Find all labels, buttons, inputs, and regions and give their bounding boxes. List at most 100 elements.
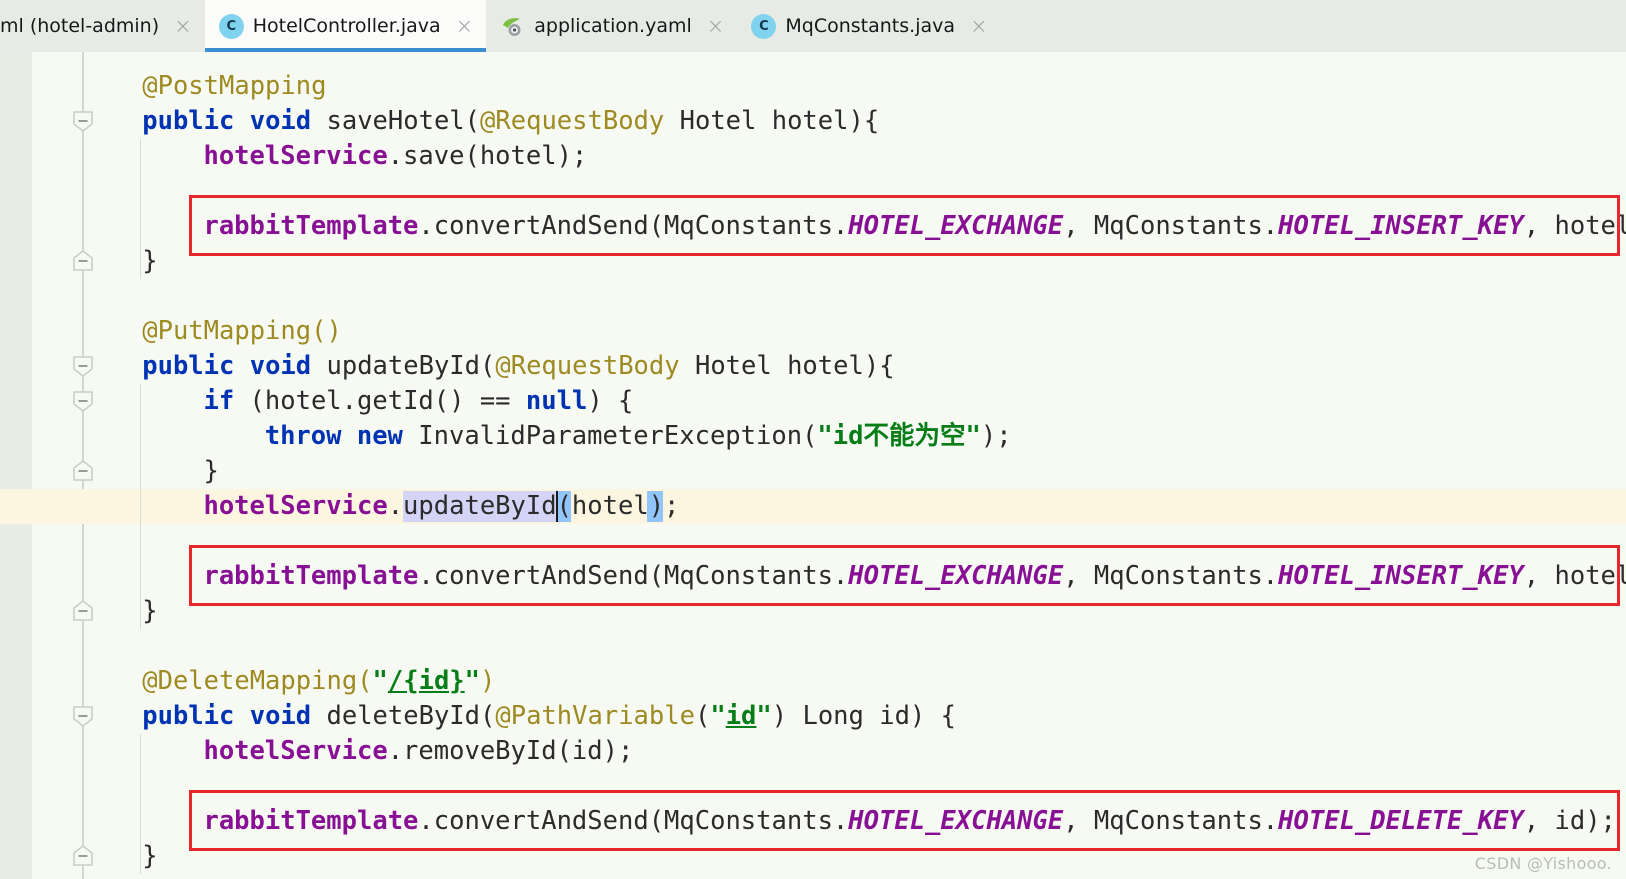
code-token: ) Long id) {: [771, 701, 956, 731]
code-token: @RequestBody: [480, 106, 665, 136]
code-editor[interactable]: @PostMapping public void saveHotel(@Reque…: [0, 52, 1626, 879]
code-token: HOTEL_EXCHANGE: [848, 561, 1064, 591]
code-token: .save(hotel);: [387, 141, 588, 171]
editor-tab-label: MqConstants.java: [785, 14, 956, 37]
code-line[interactable]: public void deleteById(@PathVariable("id…: [142, 699, 956, 734]
code-token: HOTEL_EXCHANGE: [848, 211, 1064, 241]
code-token: ): [480, 666, 496, 696]
code-token: void: [249, 351, 312, 381]
fold-toggle-down[interactable]: [71, 389, 95, 413]
close-icon[interactable]: ×: [174, 15, 192, 37]
code-token: );: [980, 421, 1012, 451]
code-line[interactable]: @PutMapping(): [142, 314, 342, 349]
indent-guide: [140, 384, 142, 629]
close-icon[interactable]: ×: [707, 15, 725, 37]
code-token: /{id}: [387, 666, 465, 696]
code-token: @PathVariable: [495, 701, 695, 731]
code-token: Hotel hotel){: [664, 106, 880, 136]
code-token: (: [694, 701, 711, 731]
code-token: @PutMapping(): [142, 316, 342, 346]
code-token: .convertAndSend(MqConstants.: [418, 211, 849, 241]
code-line[interactable]: if (hotel.getId() == null) {: [203, 384, 633, 419]
indent-guide: [140, 734, 142, 874]
code-token: public: [142, 106, 235, 136]
close-icon[interactable]: ×: [970, 15, 988, 37]
code-token: hotelService: [203, 141, 388, 171]
editor-tab-bar: ml (hotel-admin) × C HotelController.java × a…: [0, 0, 1626, 52]
code-token: HOTEL_INSERT_KEY: [1278, 561, 1524, 591]
code-token: throw: [264, 421, 342, 451]
code-token: }: [142, 841, 158, 871]
code-token: ": [756, 701, 772, 731]
code-token: , id);: [1523, 806, 1616, 836]
code-token: @RequestBody: [495, 351, 680, 381]
code-token: }: [142, 596, 158, 626]
code-token: ": [710, 701, 726, 731]
code-token: "id不能为空": [817, 421, 981, 451]
fold-toggle-down[interactable]: [71, 354, 95, 378]
code-token: , hotel.getId());: [1523, 561, 1626, 591]
code-token: saveHotel(: [311, 106, 481, 136]
code-line[interactable]: }: [142, 594, 157, 629]
code-token: @PostMapping: [142, 71, 327, 101]
editor-tab-label: application.yaml: [534, 14, 692, 37]
code-token: .convertAndSend(MqConstants.: [418, 806, 849, 836]
code-line[interactable]: rabbitTemplate.convertAndSend(MqConstant…: [203, 209, 1626, 244]
code-token: public: [142, 701, 235, 731]
code-token: , MqConstants.: [1063, 806, 1279, 836]
java-class-icon: C: [751, 13, 777, 39]
code-token: id: [725, 701, 757, 731]
csdn-watermark: CSDN @Yishooo.: [1474, 854, 1612, 873]
code-token: .updateById(hotel);: [387, 491, 680, 521]
code-line[interactable]: public void updateById(@RequestBody Hote…: [142, 349, 894, 384]
fold-toggle-down[interactable]: [71, 109, 95, 133]
editor-tab-2[interactable]: application.yaml ×: [486, 0, 737, 52]
editor-tab-3[interactable]: C MqConstants.java ×: [737, 0, 1000, 52]
code-line[interactable]: }: [142, 839, 157, 874]
code-token: void: [249, 106, 312, 136]
code-token: updateById(: [311, 351, 496, 381]
code-token: hotelService: [203, 736, 388, 766]
code-token: HOTEL_DELETE_KEY: [1278, 806, 1524, 836]
code-line[interactable]: throw new InvalidParameterException("id不…: [265, 419, 1012, 454]
code-token: }: [203, 456, 219, 486]
code-token: HOTEL_EXCHANGE: [848, 806, 1064, 836]
fold-toggle-down[interactable]: [71, 704, 95, 728]
code-token: , MqConstants.: [1063, 561, 1279, 591]
code-line[interactable]: @PostMapping: [142, 69, 326, 104]
code-fold-strip[interactable]: [32, 52, 93, 879]
code-token: , MqConstants.: [1063, 211, 1279, 241]
editor-gutter[interactable]: [0, 52, 32, 879]
code-token: ": [372, 666, 388, 696]
close-icon[interactable]: ×: [456, 15, 474, 37]
code-line[interactable]: @DeleteMapping("/{id}"): [142, 664, 495, 699]
code-line[interactable]: public void saveHotel(@RequestBody Hotel…: [142, 104, 879, 139]
code-token: (hotel.getId() ==: [234, 386, 526, 416]
code-line[interactable]: rabbitTemplate.convertAndSend(MqConstant…: [203, 559, 1626, 594]
code-line[interactable]: }: [203, 454, 218, 489]
code-line[interactable]: }: [142, 244, 157, 279]
code-token: ) {: [587, 386, 634, 416]
code-token: InvalidParameterException(: [402, 421, 818, 451]
code-token: @DeleteMapping(: [142, 666, 373, 696]
editor-tab-1[interactable]: C HotelController.java ×: [204, 0, 487, 52]
code-token: HOTEL_INSERT_KEY: [1278, 211, 1524, 241]
code-token: null: [525, 386, 588, 416]
fold-toggle-up[interactable]: [71, 459, 95, 483]
fold-toggle-up[interactable]: [71, 599, 95, 623]
editor-tab-label: ml (hotel-admin): [0, 14, 160, 37]
code-line[interactable]: hotelService.save(hotel);: [203, 139, 587, 174]
editor-tab-0[interactable]: ml (hotel-admin) ×: [0, 0, 205, 52]
fold-toggle-up[interactable]: [71, 844, 95, 868]
code-token: void: [249, 701, 312, 731]
code-line[interactable]: hotelService.updateById(hotel);: [203, 489, 679, 524]
code-token: .removeById(id);: [387, 736, 634, 766]
code-line[interactable]: hotelService.removeById(id);: [203, 734, 633, 769]
code-line[interactable]: rabbitTemplate.convertAndSend(MqConstant…: [203, 804, 1615, 839]
code-token: rabbitTemplate: [203, 561, 419, 591]
fold-toggle-up[interactable]: [71, 249, 95, 273]
